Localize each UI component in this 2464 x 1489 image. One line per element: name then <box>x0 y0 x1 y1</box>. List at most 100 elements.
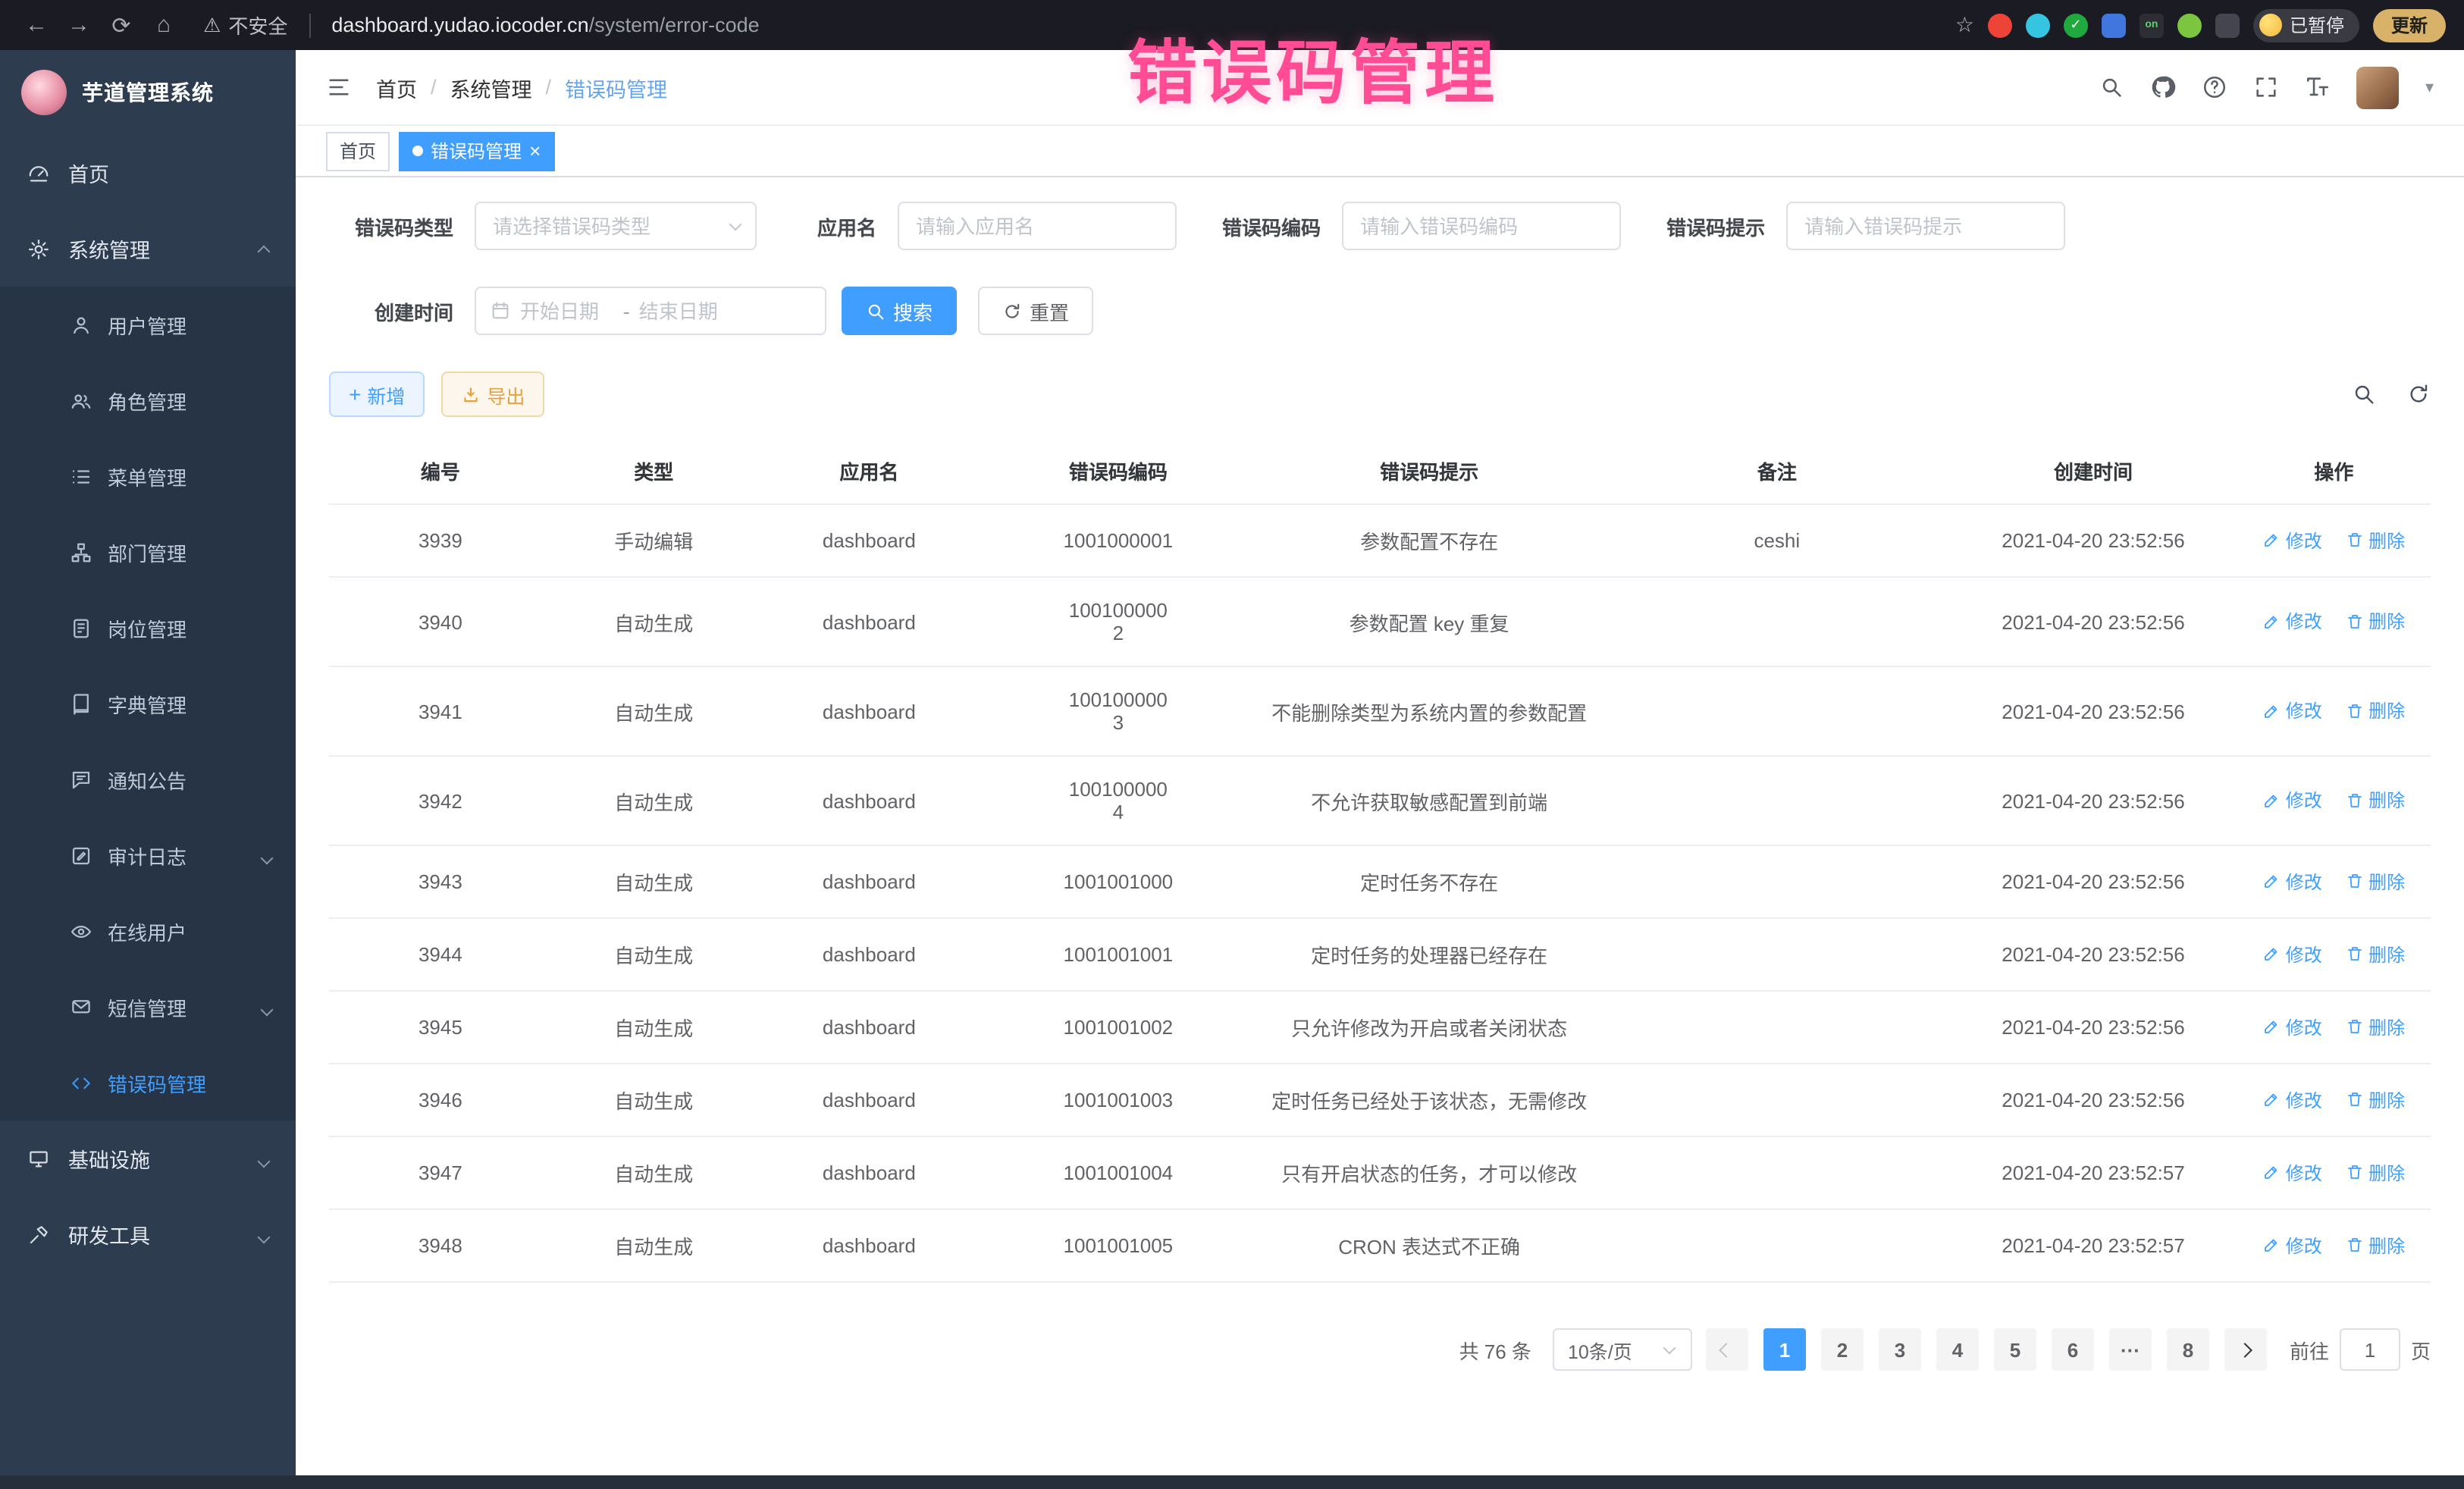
add-button[interactable]: + 新增 <box>329 371 425 417</box>
search-button[interactable]: 搜索 <box>842 287 957 335</box>
page-size-value[interactable] <box>1568 1339 1662 1360</box>
app-name-input[interactable] <box>898 202 1177 250</box>
record-extension-icon[interactable] <box>1988 13 2012 37</box>
start-date-input[interactable] <box>520 299 614 322</box>
error-type-select[interactable] <box>475 202 757 250</box>
grid-extension-icon[interactable] <box>2102 13 2126 37</box>
page-button-1[interactable]: 1 <box>1763 1328 1806 1371</box>
end-date-input[interactable] <box>639 299 733 322</box>
app-logo[interactable]: 芋道管理系统 <box>0 50 296 135</box>
delete-link[interactable]: 删除 <box>2346 698 2405 724</box>
edit-link[interactable]: 修改 <box>2263 1087 2322 1113</box>
sidebar-item-departments[interactable]: 部门管理 <box>0 514 296 590</box>
sidebar-item-dev-tools[interactable]: 研发工具 <box>0 1196 296 1272</box>
delete-link[interactable]: 删除 <box>2346 1014 2405 1040</box>
refresh-table-icon[interactable] <box>2406 382 2431 406</box>
breadcrumb-item[interactable]: 首页 <box>376 72 417 102</box>
user-avatar[interactable] <box>2357 66 2400 108</box>
address-bar[interactable]: dashboard.yudao.iocoder.cn/system/error-… <box>331 14 759 36</box>
delete-link[interactable]: 删除 <box>2346 609 2405 635</box>
delete-icon <box>2346 702 2364 720</box>
edit-link[interactable]: 修改 <box>2263 1233 2322 1259</box>
forward-icon[interactable]: → <box>61 12 97 38</box>
delete-link[interactable]: 删除 <box>2346 528 2405 553</box>
tab-error-code[interactable]: 错误码管理 × <box>399 131 554 171</box>
edit-link[interactable]: 修改 <box>2263 869 2322 895</box>
page-button-5[interactable]: 5 <box>1994 1328 2036 1371</box>
delete-link[interactable]: 删除 <box>2346 1160 2405 1186</box>
edit-link[interactable]: 修改 <box>2263 788 2322 813</box>
edit-link[interactable]: 修改 <box>2263 1014 2322 1040</box>
next-page-button[interactable] <box>2224 1328 2267 1371</box>
sidebar-item-roles[interactable]: 角色管理 <box>0 362 296 438</box>
paused-badge[interactable]: 已暂停 <box>2253 8 2359 42</box>
delete-link[interactable]: 删除 <box>2346 869 2405 895</box>
sidebar-item-error-codes[interactable]: 错误码管理 <box>0 1045 296 1121</box>
page-button-2[interactable]: 2 <box>1821 1328 1864 1371</box>
sidebar-item-notices[interactable]: 通知公告 <box>0 741 296 817</box>
search-icon[interactable] <box>2099 74 2125 100</box>
error-type-select-input[interactable] <box>475 202 757 250</box>
delete-link[interactable]: 删除 <box>2346 1087 2405 1113</box>
sidebar-item-dictionaries[interactable]: 字典管理 <box>0 666 296 741</box>
hamburger-icon[interactable] <box>326 74 352 100</box>
fullscreen-icon[interactable] <box>2254 74 2280 100</box>
edit-link[interactable]: 修改 <box>2263 609 2322 635</box>
date-range-picker[interactable]: - <box>475 287 826 335</box>
edit-link[interactable]: 修改 <box>2263 528 2322 553</box>
cell-msg: 定时任务的处理器已经存在 <box>1254 918 1605 991</box>
col-type: 类型 <box>552 438 756 504</box>
page-button-4[interactable]: 4 <box>1936 1328 1979 1371</box>
sidebar-item-infrastructure[interactable]: 基础设施 <box>0 1121 296 1196</box>
tab-home[interactable]: 首页 <box>326 131 390 171</box>
search-toggle-icon[interactable] <box>2352 382 2376 406</box>
bookmark-star-icon[interactable]: ☆ <box>1955 12 1974 38</box>
sidebar-item-audit-logs[interactable]: 审计日志 <box>0 817 296 893</box>
error-msg-input[interactable] <box>1786 202 2065 250</box>
extensions-puzzle-icon[interactable] <box>2215 13 2240 37</box>
edit-link[interactable]: 修改 <box>2263 942 2322 967</box>
sidebar-item-posts[interactable]: 岗位管理 <box>0 590 296 666</box>
cell-time: 2021-04-20 23:52:57 <box>1949 1209 2237 1282</box>
font-size-icon[interactable] <box>2306 74 2331 100</box>
delete-link[interactable]: 删除 <box>2346 942 2405 967</box>
page-button-8[interactable]: 8 <box>2167 1328 2209 1371</box>
filter-create-time: 创建时间 - <box>329 287 826 335</box>
page-size-select[interactable] <box>1553 1328 1692 1371</box>
edit-link[interactable]: 修改 <box>2263 1160 2322 1186</box>
github-icon[interactable] <box>2151 74 2177 100</box>
more-pages-button[interactable]: ··· <box>2109 1328 2152 1371</box>
delete-link[interactable]: 删除 <box>2346 1233 2405 1259</box>
breadcrumb-item[interactable]: 系统管理 <box>450 72 532 102</box>
error-code-input[interactable] <box>1342 202 1621 250</box>
update-button[interactable]: 更新 <box>2373 8 2446 42</box>
caret-down-icon[interactable]: ▾ <box>2425 77 2434 97</box>
export-button[interactable]: 导出 <box>441 371 544 417</box>
sidebar-item-menus[interactable]: 菜单管理 <box>0 438 296 514</box>
sidebar-item-sms[interactable]: 短信管理 <box>0 969 296 1045</box>
warning-icon: ⚠ <box>203 13 221 37</box>
check-extension-icon[interactable]: ✓ <box>2064 13 2088 37</box>
sidebar-item-system-mgmt[interactable]: 系统管理 <box>0 211 296 287</box>
sidebar-item-label: 在线用户 <box>108 917 187 945</box>
sidebar-item-users[interactable]: 用户管理 <box>0 287 296 362</box>
edit-link[interactable]: 修改 <box>2263 698 2322 724</box>
site-security-indicator[interactable]: ⚠ 不安全 <box>203 11 287 39</box>
page-button-6[interactable]: 6 <box>2052 1328 2094 1371</box>
delete-link[interactable]: 删除 <box>2346 788 2405 813</box>
reset-button[interactable]: 重置 <box>978 287 1093 335</box>
home-icon[interactable]: ⌂ <box>146 12 182 38</box>
back-icon[interactable]: ← <box>18 12 55 38</box>
vpn-extension-icon[interactable]: on <box>2140 13 2164 37</box>
sidebar-item-online-users[interactable]: 在线用户 <box>0 893 296 969</box>
sidebar-item-home[interactable]: 首页 <box>0 135 296 211</box>
error-code-table: 编号 类型 应用名 错误码编码 错误码提示 备注 创建时间 操作 3939 <box>329 438 2431 1283</box>
goto-page-input[interactable] <box>2340 1328 2400 1371</box>
dropper-extension-icon[interactable] <box>2026 13 2050 37</box>
page-button-3[interactable]: 3 <box>1879 1328 1921 1371</box>
close-icon[interactable]: × <box>529 141 541 161</box>
leaf-extension-icon[interactable] <box>2177 13 2202 37</box>
reload-icon[interactable]: ⟳ <box>103 11 140 39</box>
prev-page-button[interactable] <box>1706 1328 1748 1371</box>
help-icon[interactable] <box>2202 74 2228 100</box>
